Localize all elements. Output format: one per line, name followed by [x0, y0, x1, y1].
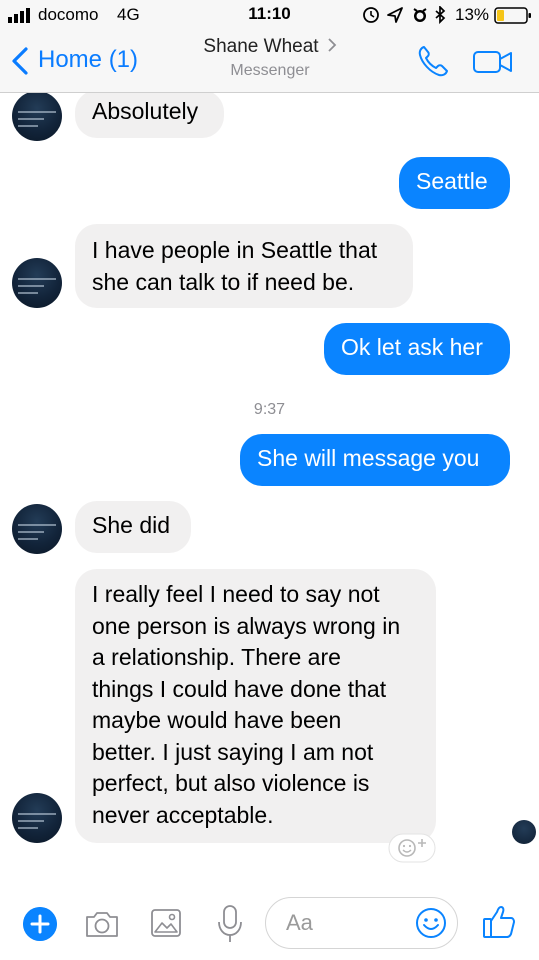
- message-line: perfect, but also violence is: [92, 770, 370, 796]
- composer-bar: [0, 880, 539, 960]
- seen-indicator-avatar: [512, 820, 536, 844]
- battery-percent: 13%: [455, 5, 490, 24]
- chevron-right-icon: [327, 38, 336, 52]
- contact-avatar[interactable]: [12, 258, 62, 308]
- message-line: she can talk to if need be.: [92, 269, 355, 295]
- contact-title[interactable]: Shane Wheat Messenger: [150, 36, 390, 80]
- message-line: things I could have done that: [92, 675, 387, 702]
- plus-icon[interactable]: [23, 907, 57, 941]
- add-reaction-icon[interactable]: [388, 833, 436, 863]
- back-label: Home (1): [38, 46, 139, 73]
- status-bar: docomo 4G 11:10 13%: [0, 0, 539, 30]
- message-bubble[interactable]: I really feel I need to say not one pers…: [75, 569, 436, 843]
- image-icon[interactable]: [150, 907, 182, 939]
- thumbs-up-icon[interactable]: [481, 904, 517, 940]
- message-list[interactable]: Absolutely Seattle I have people in Seat…: [0, 93, 539, 880]
- message-bubble[interactable]: I have people in Seattle that she can ta…: [75, 224, 413, 308]
- message-line: better. I just saying I am not: [92, 738, 374, 765]
- location-icon: [387, 7, 403, 23]
- message-line: I have people in Seattle that: [92, 237, 378, 263]
- chevron-left-icon: [12, 47, 28, 75]
- status-icons: [363, 6, 446, 24]
- camera-icon[interactable]: [84, 908, 120, 940]
- message-line: I really feel I need to say not: [92, 581, 380, 607]
- message-bubble[interactable]: Absolutely: [75, 93, 224, 138]
- contact-avatar[interactable]: [12, 93, 62, 141]
- emoji-icon[interactable]: [414, 906, 448, 940]
- message-bubble[interactable]: She did: [75, 501, 191, 553]
- conversation-header: Home (1) Shane Wheat Messenger: [0, 30, 539, 93]
- message-bubble[interactable]: Ok let ask her: [324, 323, 510, 375]
- message-line: maybe would have been: [92, 707, 342, 733]
- message-line: never acceptable.: [92, 801, 274, 828]
- contact-name: Shane Wheat: [203, 36, 319, 57]
- contact-avatar[interactable]: [12, 793, 62, 843]
- contact-subtitle: Messenger: [230, 62, 310, 79]
- message-line: one person is always wrong in: [92, 612, 401, 639]
- phone-icon[interactable]: [416, 44, 452, 78]
- contact-avatar[interactable]: [12, 504, 62, 554]
- alarm-icon: [363, 7, 379, 23]
- microphone-icon[interactable]: [216, 904, 244, 944]
- message-line: a relationship. There are: [92, 644, 341, 670]
- message-bubble[interactable]: Seattle: [399, 157, 510, 209]
- video-icon[interactable]: [472, 48, 514, 76]
- message-timestamp: 9:37: [253, 401, 286, 418]
- alarm-clock-icon: [413, 8, 427, 22]
- bluetooth-icon: [435, 6, 446, 24]
- message-bubble[interactable]: She will message you: [240, 434, 510, 486]
- battery-icon: [494, 7, 531, 24]
